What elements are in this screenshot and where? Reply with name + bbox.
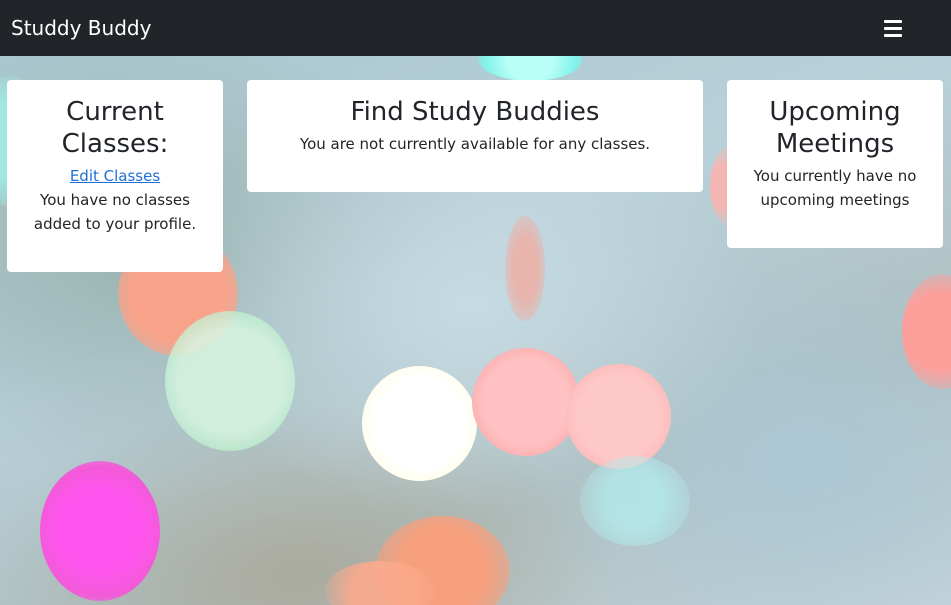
top-navbar: Studdy Buddy	[0, 0, 951, 56]
find-study-buddies-card: Find Study Buddies You are not currently…	[247, 80, 703, 192]
find-study-buddies-title: Find Study Buddies	[350, 97, 600, 127]
menu-toggle-button[interactable]	[870, 12, 916, 44]
hamburger-menu-icon-bar-2	[884, 26, 902, 30]
edit-classes-link[interactable]: Edit Classes	[70, 167, 160, 185]
hamburger-menu-icon-bar-3	[884, 33, 902, 37]
current-classes-card: Current Classes: Edit Classes You have n…	[7, 80, 223, 272]
current-classes-title: Current Classes:	[61, 97, 169, 159]
no-classes-message: You have no classes added to your profil…	[33, 191, 197, 233]
hamburger-menu-icon	[884, 19, 902, 23]
availability-message: You are not currently available for any …	[299, 135, 651, 153]
upcoming-meetings-title: Upcoming Meetings	[769, 97, 901, 159]
no-meetings-message: You currently have no upcoming meetings	[753, 167, 917, 209]
brand-link[interactable]: Studdy Buddy	[11, 15, 151, 41]
upcoming-meetings-card: Upcoming Meetings You currently have no …	[727, 80, 943, 248]
